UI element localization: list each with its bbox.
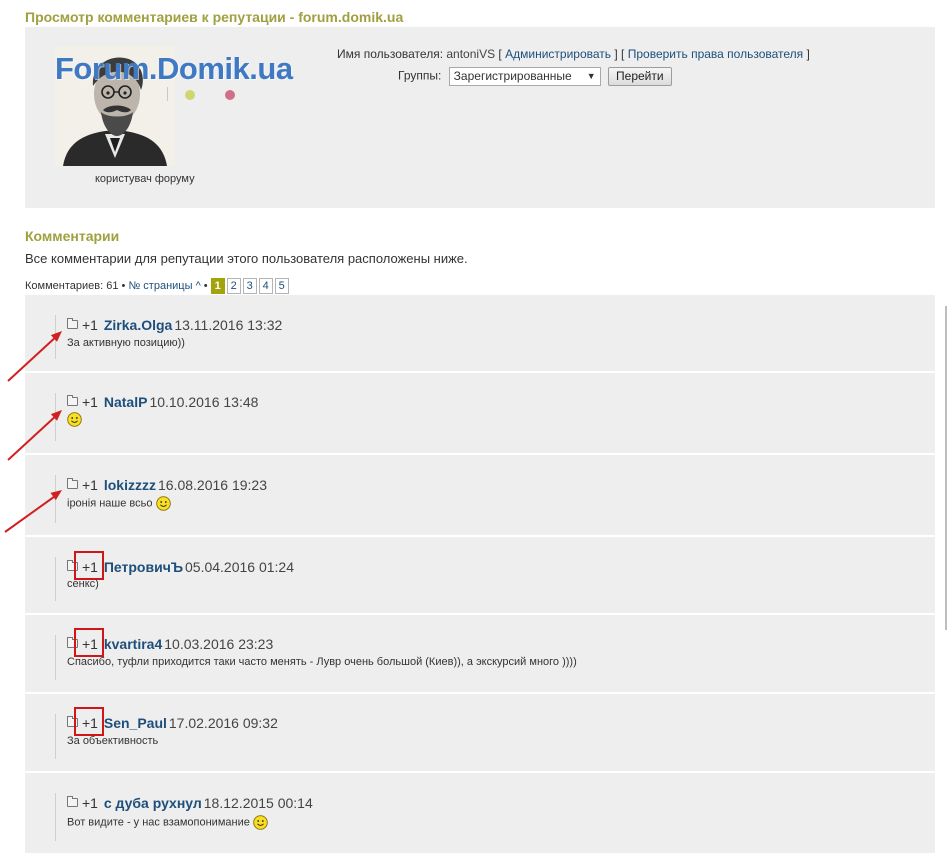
comment-date: 13.11.2016 13:32 [174, 317, 283, 333]
username-value: antoniVS [446, 47, 496, 61]
annotation-highlight-box [74, 551, 104, 580]
comments-list: +1 Zirka.Olga 13.11.2016 13:32 За активную… [25, 295, 935, 855]
comment-row: +1 Zirka.Olga 13.11.2016 13:32 За активную… [25, 295, 935, 373]
comment-divider [55, 393, 56, 441]
comment-divider [55, 635, 56, 680]
comment-row: +1 ПетровичЪ 05.04.2016 01:24 сенкс) [25, 537, 935, 615]
logo-divider [167, 87, 168, 101]
comment-author[interactable]: ПетровичЪ [104, 559, 183, 575]
comment-row: +1 Sen_Paul 17.02.2016 09:32 За объективно… [25, 694, 935, 773]
reputation-value: +1 [82, 795, 98, 811]
comment-date: 10.03.2016 23:23 [164, 636, 274, 652]
group-select[interactable]: Зарегистрированные ▼ [448, 67, 601, 86]
comment-header: +1 lokizzzz 16.08.2016 19:23 [67, 477, 267, 493]
comment-author[interactable]: с дуба рухнул [104, 795, 202, 811]
comment-icon[interactable] [67, 478, 78, 489]
page-number-link[interactable]: № страницы [128, 280, 192, 292]
comment-text [67, 412, 82, 427]
comments-count: Комментариев: 61 [25, 280, 119, 292]
page-button[interactable]: 3 [242, 278, 257, 294]
smiley-icon [67, 412, 82, 427]
comment-text: іронія наше всьо [67, 496, 171, 511]
comment-text: Вот видите - у нас взамопонимание [67, 815, 268, 830]
comment-divider [55, 793, 56, 841]
comment-author[interactable]: Zirka.Olga [104, 317, 172, 333]
comment-header: +1 Zirka.Olga 13.11.2016 13:32 [67, 317, 282, 333]
comment-divider [55, 714, 56, 759]
comments-section-title: Комментарии [25, 228, 120, 244]
annotation-highlight-box [74, 628, 104, 657]
comments-description: Все комментарии для репутации этого поль… [25, 251, 468, 266]
comment-divider [55, 475, 56, 523]
check-rights-link[interactable]: Проверить права пользователя [628, 47, 803, 61]
comment-icon[interactable] [67, 796, 78, 807]
username-label: Имя пользователя: [337, 47, 444, 61]
comment-divider [55, 315, 56, 359]
page-title: Просмотр комментариев к репутации - foru… [25, 9, 404, 25]
comment-text: Спасибо, туфли приходится таки часто мен… [67, 656, 577, 668]
comment-icon[interactable] [67, 318, 78, 329]
comment-text-body: іронія наше всьо [67, 497, 153, 510]
comment-icon[interactable] [67, 395, 78, 406]
group-select-value: Зарегистрированные [453, 69, 572, 83]
reputation-value: +1 [82, 477, 98, 493]
page-button[interactable]: 2 [226, 278, 241, 294]
smiley-icon [155, 496, 171, 511]
reputation-value: +1 [82, 394, 98, 410]
comment-header: +1 с дуба рухнул 18.12.2015 00:14 [67, 795, 313, 811]
comment-date: 16.08.2016 19:23 [157, 477, 267, 493]
comment-text-body: За активную позицию)) [67, 337, 185, 349]
comment-date: 05.04.2016 01:24 [185, 559, 294, 575]
comment-text-body: Вот видите - у нас взамопонимание [67, 816, 250, 829]
comment-author[interactable]: lokizzzz [104, 477, 156, 493]
annotation-highlight-box [74, 707, 104, 736]
comment-author[interactable]: Sen_Paul [104, 715, 167, 731]
page-button[interactable]: 5 [274, 278, 289, 294]
smiley-icon [253, 815, 268, 830]
bullet-separator: • [203, 280, 208, 292]
comment-date: 10.10.2016 13:48 [149, 394, 259, 410]
comment-divider [55, 557, 56, 601]
groups-row: Группы: Зарегистрированные ▼ Перейти [398, 67, 672, 86]
go-button[interactable]: Перейти [608, 67, 672, 86]
bullet-separator: • [121, 280, 126, 292]
comment-row: +1 NatalP 10.10.2016 13:48 [25, 373, 935, 455]
logo-dot [185, 90, 195, 100]
page-buttons: 12345 [210, 278, 291, 294]
groups-label: Группы: [398, 68, 442, 83]
username-row: Имя пользователя: antoniVS [ Администрир… [337, 47, 810, 61]
comment-date: 18.12.2015 00:14 [203, 795, 313, 811]
comment-date: 17.02.2016 09:32 [168, 715, 278, 731]
caret-link[interactable]: ^ [196, 280, 201, 292]
comment-text: За объективность [67, 735, 158, 747]
page-button[interactable]: 4 [258, 278, 273, 294]
admin-link[interactable]: Администрировать [505, 47, 611, 61]
profile-panel: Forum.Domik.ua користувач форуму Имя пол… [25, 27, 935, 208]
forum-logo: Forum.Domik.ua [55, 51, 293, 86]
page-button[interactable]: 1 [210, 278, 225, 294]
reputation-value: +1 [82, 317, 98, 333]
comment-row: +1 с дуба рухнул 18.12.2015 00:14 Вот види… [25, 773, 935, 855]
comment-text-body: Спасибо, туфли приходится таки часто мен… [67, 656, 577, 668]
comment-author[interactable]: NatalP [104, 394, 148, 410]
pagination: Комментариев: 61 • № страницы ^ • 12345 [25, 278, 291, 294]
comment-row: +1 kvartira4 10.03.2016 23:23 Спасибо, туф… [25, 615, 935, 694]
logo-dot [225, 90, 235, 100]
comment-row: +1 lokizzzz 16.08.2016 19:23 іронія наше в… [25, 455, 935, 537]
dropdown-arrow-icon: ▼ [586, 71, 596, 81]
bracket: [ [498, 47, 502, 61]
comment-text: За активную позицию)) [67, 337, 185, 349]
comment-header: +1 NatalP 10.10.2016 13:48 [67, 394, 258, 410]
comment-text-body: За объективность [67, 735, 159, 747]
avatar-caption: користувач форуму [95, 173, 195, 185]
comment-author[interactable]: kvartira4 [104, 636, 162, 652]
bracket: ] [806, 47, 810, 61]
bracket: ] [ [614, 47, 625, 61]
